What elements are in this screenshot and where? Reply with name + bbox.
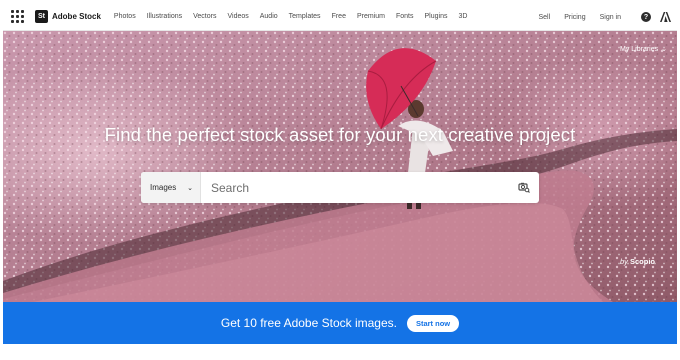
search-bar: Images ⌄ <box>141 172 539 203</box>
hero-section: My Libraries ⌄ Find the perfect stock as… <box>3 31 677 302</box>
sign-in-link[interactable]: Sign in <box>600 14 621 21</box>
nav-link-vectors[interactable]: Vectors <box>193 13 216 20</box>
browser-frame: St Adobe Stock Photos Illustrations Vect… <box>3 3 677 357</box>
bottom-strip <box>3 344 677 357</box>
nav-link-free[interactable]: Free <box>332 13 346 20</box>
nav-link-premium[interactable]: Premium <box>357 13 385 20</box>
nav-link-3d[interactable]: 3D <box>458 13 467 20</box>
credit-prefix: by <box>619 257 628 266</box>
my-libraries-label: My Libraries <box>620 45 659 53</box>
nav-link-audio[interactable]: Audio <box>260 13 278 20</box>
nav-link-videos[interactable]: Videos <box>227 13 248 20</box>
help-icon[interactable]: ? <box>641 12 651 22</box>
camera-search-icon[interactable] <box>513 172 535 203</box>
nav-link-photos[interactable]: Photos <box>114 13 136 20</box>
search-type-label: Images <box>150 183 177 192</box>
promo-banner: Get 10 free Adobe Stock images. Start no… <box>3 302 677 344</box>
start-now-button[interactable]: Start now <box>406 314 460 332</box>
apps-grid-icon[interactable] <box>11 10 25 24</box>
nav-right: Sell Pricing Sign in ? <box>525 3 671 31</box>
promo-text: Get 10 free Adobe Stock images. <box>220 316 397 330</box>
hero-headline: Find the perfect stock asset for your ne… <box>104 124 576 145</box>
adobe-logo-icon[interactable] <box>660 12 671 22</box>
search-input[interactable] <box>201 172 513 203</box>
sell-link[interactable]: Sell <box>539 14 551 21</box>
pricing-link[interactable]: Pricing <box>564 14 585 21</box>
image-credit[interactable]: by Scopio <box>620 257 655 266</box>
credit-name: Scopio <box>629 257 655 266</box>
brand-logo-link[interactable]: St Adobe Stock <box>35 10 101 23</box>
brand-name: Adobe Stock <box>52 12 101 21</box>
hero-background-image <box>3 31 677 302</box>
top-navigation: St Adobe Stock Photos Illustrations Vect… <box>3 3 677 31</box>
search-type-dropdown[interactable]: Images ⌄ <box>141 172 201 203</box>
chevron-down-icon: ⌄ <box>661 46 667 53</box>
nav-link-fonts[interactable]: Fonts <box>396 13 414 20</box>
nav-link-plugins[interactable]: Plugins <box>425 13 448 20</box>
nav-links: Photos Illustrations Vectors Videos Audi… <box>114 13 479 20</box>
stock-logo-icon: St <box>35 10 48 23</box>
nav-link-templates[interactable]: Templates <box>289 13 321 20</box>
my-libraries-button[interactable]: My Libraries ⌄ <box>620 45 667 54</box>
chevron-down-icon: ⌄ <box>187 184 193 192</box>
nav-link-illustrations[interactable]: Illustrations <box>147 13 182 20</box>
